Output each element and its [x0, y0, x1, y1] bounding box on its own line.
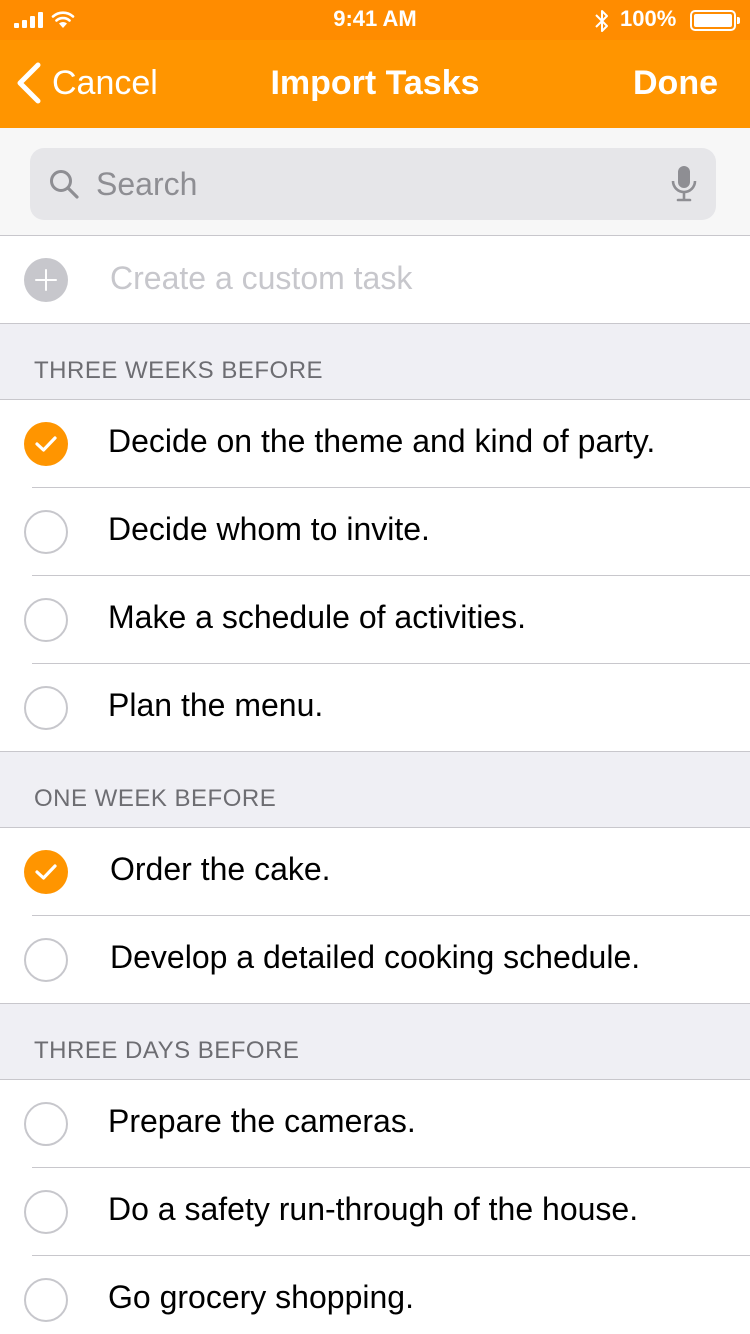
- section-header-one-week: ONE WEEK BEFORE: [0, 752, 750, 828]
- task-label: Go grocery shopping.: [108, 1279, 414, 1315]
- task-checkbox[interactable]: [24, 598, 68, 642]
- task-row[interactable]: Make a schedule of activities.: [0, 576, 750, 664]
- task-label: Order the cake.: [110, 851, 331, 887]
- task-row[interactable]: Decide whom to invite.: [0, 488, 750, 576]
- microphone-icon[interactable]: [670, 164, 698, 204]
- create-custom-task-row[interactable]: Create a custom task: [0, 236, 750, 324]
- task-label: Prepare the cameras.: [108, 1103, 416, 1139]
- search-icon: [50, 170, 79, 199]
- done-button[interactable]: Done: [633, 64, 718, 103]
- search-area: [0, 128, 750, 236]
- section-header-label: ONE WEEK BEFORE: [34, 785, 277, 812]
- task-label: Do a safety run-through of the house.: [108, 1191, 639, 1227]
- navigation-bar: Cancel Import Tasks Done: [0, 40, 750, 128]
- task-row[interactable]: Plan the menu.: [0, 664, 750, 752]
- search-bar[interactable]: [30, 148, 716, 220]
- section-header-label: THREE WEEKS BEFORE: [34, 357, 324, 384]
- task-row[interactable]: Develop a detailed cooking schedule.: [0, 916, 750, 1004]
- task-checkbox[interactable]: [24, 686, 68, 730]
- custom-task-placeholder: Create a custom task: [110, 260, 413, 296]
- task-row[interactable]: Go grocery shopping.: [0, 1256, 750, 1334]
- add-icon: [24, 258, 68, 302]
- task-label: Develop a detailed cooking schedule.: [110, 939, 641, 975]
- section-header-three-weeks: THREE WEEKS BEFORE: [0, 324, 750, 400]
- task-label: Plan the menu.: [108, 687, 324, 723]
- checkmark-icon: [35, 864, 57, 880]
- task-row[interactable]: Decide on the theme and kind of party.: [0, 400, 750, 488]
- task-checkbox[interactable]: [24, 850, 68, 894]
- task-checkbox[interactable]: [24, 510, 68, 554]
- status-bar: 9:41 AM 100%: [0, 0, 750, 40]
- task-checkbox[interactable]: [24, 1190, 68, 1234]
- bluetooth-icon: [595, 10, 608, 32]
- task-checkbox[interactable]: [24, 938, 68, 982]
- task-checkbox[interactable]: [24, 422, 68, 466]
- task-checkbox[interactable]: [24, 1278, 68, 1322]
- search-input[interactable]: [96, 158, 656, 210]
- task-label: Make a schedule of activities.: [108, 599, 526, 635]
- task-label: Decide on the theme and kind of party.: [108, 423, 656, 459]
- task-checkbox[interactable]: [24, 1102, 68, 1146]
- task-row[interactable]: Prepare the cameras.: [0, 1080, 750, 1168]
- battery-icon: [690, 10, 740, 31]
- section-header-three-days: THREE DAYS BEFORE: [0, 1004, 750, 1080]
- task-row[interactable]: Order the cake.: [0, 828, 750, 916]
- task-row[interactable]: Do a safety run-through of the house.: [0, 1168, 750, 1256]
- task-label: Decide whom to invite.: [108, 511, 430, 547]
- checkmark-icon: [35, 436, 57, 452]
- section-header-label: THREE DAYS BEFORE: [34, 1037, 300, 1064]
- battery-percent: 100%: [620, 6, 677, 31]
